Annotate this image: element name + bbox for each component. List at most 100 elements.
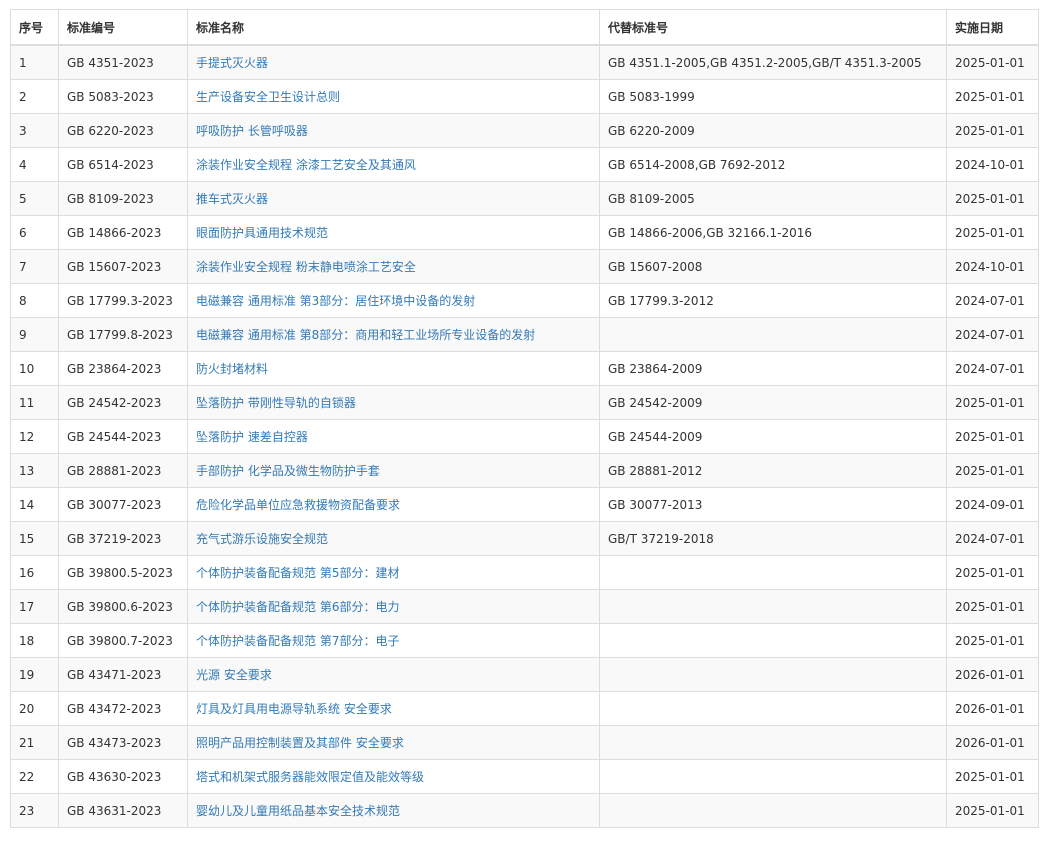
cell-code: GB 24544-2023 [58, 419, 188, 454]
cell-date: 2025-01-01 [946, 113, 1039, 148]
cell-date: 2024-10-01 [946, 147, 1039, 182]
cell-seq: 5 [10, 181, 59, 216]
cell-name: 坠落防护 带刚性导轨的自锁器 [187, 385, 600, 420]
standard-name-link[interactable]: 光源 安全要求 [196, 668, 272, 682]
standard-name-link[interactable]: 涂装作业安全规程 涂漆工艺安全及其通风 [196, 158, 416, 172]
cell-name: 坠落防护 速差自控器 [187, 419, 600, 454]
table-row: 22 GB 43630-2023 塔式和机架式服务器能效限定值及能效等级 2025-0… [10, 759, 1039, 794]
cell-seq: 13 [10, 453, 59, 488]
cell-date: 2024-07-01 [946, 317, 1039, 352]
standard-name-link[interactable]: 电磁兼容 通用标准 第8部分：商用和轻工业场所专业设备的发射 [196, 328, 535, 342]
standard-name-link[interactable]: 个体防护装备配备规范 第6部分：电力 [196, 600, 399, 614]
cell-seq: 19 [10, 657, 59, 692]
standard-name-link[interactable]: 坠落防护 带刚性导轨的自锁器 [196, 396, 356, 410]
cell-name: 涂装作业安全规程 涂漆工艺安全及其通风 [187, 147, 600, 182]
standard-name-link[interactable]: 眼面防护具通用技术规范 [196, 226, 328, 240]
standards-table: 序号 标准编号 标准名称 代替标准号 实施日期 1 GB 4351-2023 手提式… [10, 9, 1039, 828]
cell-date: 2025-01-01 [946, 44, 1039, 80]
cell-name: 危险化学品单位应急救援物资配备要求 [187, 487, 600, 522]
cell-replaces [599, 725, 947, 760]
standard-name-link[interactable]: 婴幼儿及儿童用纸品基本安全技术规范 [196, 804, 400, 818]
standard-name-link[interactable]: 手部防护 化学品及微生物防护手套 [196, 464, 380, 478]
cell-date: 2025-01-01 [946, 589, 1039, 624]
cell-replaces: GB 17799.3-2012 [599, 283, 947, 318]
cell-name: 塔式和机架式服务器能效限定值及能效等级 [187, 759, 600, 794]
cell-seq: 9 [10, 317, 59, 352]
header-name: 标准名称 [187, 9, 600, 46]
cell-date: 2025-01-01 [946, 79, 1039, 114]
standard-name-link[interactable]: 推车式灭火器 [196, 192, 268, 206]
table-row: 7 GB 15607-2023 涂装作业安全规程 粉末静电喷涂工艺安全 GB 1560… [10, 249, 1039, 284]
cell-seq: 3 [10, 113, 59, 148]
cell-date: 2025-01-01 [946, 555, 1039, 590]
header-replaces: 代替标准号 [599, 9, 947, 46]
cell-seq: 15 [10, 521, 59, 556]
standard-name-link[interactable]: 涂装作业安全规程 粉末静电喷涂工艺安全 [196, 260, 416, 274]
standard-name-link[interactable]: 照明产品用控制装置及其部件 安全要求 [196, 736, 404, 750]
standard-name-link[interactable]: 生产设备安全卫生设计总则 [196, 90, 340, 104]
standard-name-link[interactable]: 呼吸防护 长管呼吸器 [196, 124, 308, 138]
cell-replaces [599, 657, 947, 692]
standard-name-link[interactable]: 手提式灭火器 [196, 56, 268, 70]
standard-name-link[interactable]: 充气式游乐设施安全规范 [196, 532, 328, 546]
standard-name-link[interactable]: 防火封堵材料 [196, 362, 268, 376]
table-row: 19 GB 43471-2023 光源 安全要求 2026-01-01 [10, 657, 1039, 692]
table-row: 20 GB 43472-2023 灯具及灯具用电源导轨系统 安全要求 2026-01-… [10, 691, 1039, 726]
table-row: 1 GB 4351-2023 手提式灭火器 GB 4351.1-2005,GB 435… [10, 44, 1039, 80]
cell-name: 手提式灭火器 [187, 44, 600, 80]
cell-replaces [599, 623, 947, 658]
cell-replaces [599, 589, 947, 624]
cell-seq: 21 [10, 725, 59, 760]
cell-code: GB 17799.3-2023 [58, 283, 188, 318]
cell-code: GB 43631-2023 [58, 793, 188, 828]
standard-name-link[interactable]: 个体防护装备配备规范 第7部分：电子 [196, 634, 399, 648]
cell-code: GB 15607-2023 [58, 249, 188, 284]
table-row: 23 GB 43631-2023 婴幼儿及儿童用纸品基本安全技术规范 2025-01-… [10, 793, 1039, 828]
cell-code: GB 23864-2023 [58, 351, 188, 386]
standard-name-link[interactable]: 塔式和机架式服务器能效限定值及能效等级 [196, 770, 424, 784]
cell-date: 2024-10-01 [946, 249, 1039, 284]
standard-name-link[interactable]: 灯具及灯具用电源导轨系统 安全要求 [196, 702, 392, 716]
cell-date: 2024-07-01 [946, 521, 1039, 556]
cell-replaces [599, 691, 947, 726]
table-row: 17 GB 39800.6-2023 个体防护装备配备规范 第6部分：电力 2025-… [10, 589, 1039, 624]
cell-date: 2025-01-01 [946, 453, 1039, 488]
cell-code: GB 43630-2023 [58, 759, 188, 794]
cell-code: GB 30077-2023 [58, 487, 188, 522]
standard-name-link[interactable]: 个体防护装备配备规范 第5部分：建材 [196, 566, 399, 580]
cell-seq: 4 [10, 147, 59, 182]
cell-date: 2026-01-01 [946, 657, 1039, 692]
cell-date: 2025-01-01 [946, 419, 1039, 454]
cell-code: GB 28881-2023 [58, 453, 188, 488]
cell-seq: 14 [10, 487, 59, 522]
cell-date: 2025-01-01 [946, 181, 1039, 216]
cell-date: 2026-01-01 [946, 725, 1039, 760]
cell-name: 灯具及灯具用电源导轨系统 安全要求 [187, 691, 600, 726]
cell-replaces: GB 24542-2009 [599, 385, 947, 420]
cell-seq: 6 [10, 215, 59, 250]
cell-replaces: GB 30077-2013 [599, 487, 947, 522]
cell-replaces: GB 15607-2008 [599, 249, 947, 284]
cell-seq: 18 [10, 623, 59, 658]
table-row: 2 GB 5083-2023 生产设备安全卫生设计总则 GB 5083-1999 202… [10, 79, 1039, 114]
cell-seq: 22 [10, 759, 59, 794]
cell-code: GB 14866-2023 [58, 215, 188, 250]
cell-replaces [599, 793, 947, 828]
cell-code: GB 43472-2023 [58, 691, 188, 726]
standard-name-link[interactable]: 危险化学品单位应急救援物资配备要求 [196, 498, 400, 512]
standard-name-link[interactable]: 电磁兼容 通用标准 第3部分：居住环境中设备的发射 [196, 294, 475, 308]
standard-name-link[interactable]: 坠落防护 速差自控器 [196, 430, 308, 444]
cell-date: 2025-01-01 [946, 215, 1039, 250]
table-row: 3 GB 6220-2023 呼吸防护 长管呼吸器 GB 6220-2009 2025-… [10, 113, 1039, 148]
cell-replaces [599, 317, 947, 352]
cell-seq: 2 [10, 79, 59, 114]
cell-date: 2025-01-01 [946, 623, 1039, 658]
cell-code: GB 37219-2023 [58, 521, 188, 556]
cell-name: 婴幼儿及儿童用纸品基本安全技术规范 [187, 793, 600, 828]
table-row: 18 GB 39800.7-2023 个体防护装备配备规范 第7部分：电子 2025-… [10, 623, 1039, 658]
cell-replaces: GB 23864-2009 [599, 351, 947, 386]
standards-table-container: 序号 标准编号 标准名称 代替标准号 实施日期 1 GB 4351-2023 手提式… [10, 9, 1039, 828]
cell-seq: 12 [10, 419, 59, 454]
header-date: 实施日期 [946, 9, 1039, 46]
cell-code: GB 4351-2023 [58, 44, 188, 80]
